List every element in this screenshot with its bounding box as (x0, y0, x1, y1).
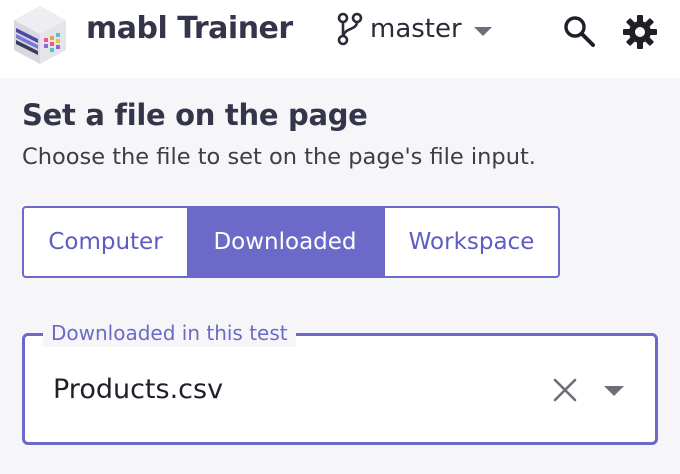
file-source-tabs: Computer Downloaded Workspace (22, 206, 560, 278)
field-label: Downloaded in this test (43, 319, 296, 347)
caret-down-icon[interactable] (603, 384, 625, 398)
chevron-down-icon (473, 26, 492, 36)
section-subtitle: Choose the file to set on the page's fil… (22, 144, 536, 170)
selected-file-value: Products.csv (53, 374, 224, 405)
git-branch-icon (337, 12, 363, 46)
section-title: Set a file on the page (22, 98, 368, 132)
tab-workspace[interactable]: Workspace (383, 208, 558, 276)
search-icon[interactable] (561, 13, 597, 49)
tab-computer[interactable]: Computer (24, 208, 187, 276)
app-header: mabl Trainer master (0, 0, 680, 78)
close-icon[interactable] (551, 376, 579, 404)
app-title: mabl Trainer (86, 11, 293, 46)
tab-downloaded[interactable]: Downloaded (187, 208, 383, 276)
branch-selector[interactable]: master (336, 10, 492, 48)
gear-icon[interactable] (620, 12, 660, 52)
branch-name: master (370, 14, 462, 44)
downloaded-file-select[interactable]: Downloaded in this test Products.csv (22, 319, 658, 445)
mabl-cube-logo-icon (14, 6, 66, 64)
